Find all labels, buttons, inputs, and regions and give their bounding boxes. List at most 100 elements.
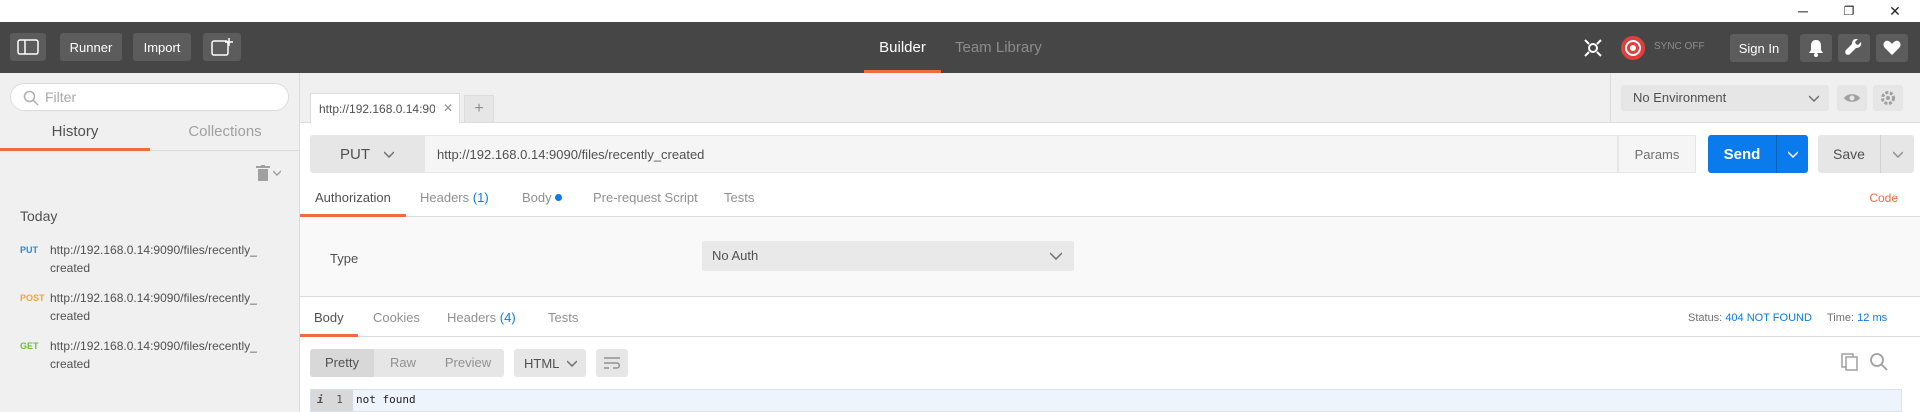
clear-history-button[interactable] [256, 163, 286, 183]
wrap-icon [604, 357, 620, 369]
method-label: POST [20, 293, 45, 303]
bell-icon [1809, 40, 1823, 57]
search-icon [1870, 353, 1888, 371]
response-tab-body[interactable]: Body [300, 303, 358, 337]
tab-headers[interactable]: Headers (1) [420, 183, 489, 217]
import-button[interactable]: Import [133, 33, 191, 61]
response-tabs: Body Cookies Headers (4) Tests Status: 4… [300, 303, 1920, 337]
language-select[interactable]: HTML [514, 349, 586, 377]
response-time: Time: 12 ms [1827, 312, 1888, 324]
trash-icon [256, 165, 270, 181]
chevron-down-icon [1809, 95, 1819, 102]
chevron-down-icon [567, 360, 577, 367]
history-item[interactable]: PUT http://192.168.0.14:9090/files/recen… [0, 241, 299, 285]
add-tab-button[interactable]: + [464, 95, 494, 123]
history-url: http://192.168.0.14:9090/files/recently_… [50, 291, 257, 323]
tab-tests[interactable]: Tests [724, 183, 754, 217]
sync-status-label: SYNC OFF [1654, 41, 1705, 52]
method-label: PUT [20, 245, 38, 255]
history-item[interactable]: GET http://192.168.0.14:9090/files/recen… [0, 337, 299, 381]
restore-button[interactable]: ❐ [1826, 0, 1872, 22]
generate-code-link[interactable]: Code [1869, 191, 1898, 205]
url-input[interactable]: http://192.168.0.14:9090/files/recently_… [424, 135, 1618, 173]
sidebar: History Collections Today PUT http://192… [0, 73, 300, 412]
runner-button[interactable]: Runner [60, 33, 122, 61]
response-body-editor[interactable]: i 1 not found [310, 389, 1902, 412]
new-window-button[interactable] [203, 33, 241, 61]
auth-type-select[interactable]: No Auth [702, 241, 1074, 271]
tab-builder[interactable]: Builder [864, 22, 941, 73]
environment-select[interactable]: No Environment [1621, 85, 1829, 111]
tab-authorization[interactable]: Authorization [300, 183, 406, 217]
response-tab-headers[interactable]: Headers (4) [447, 303, 516, 337]
response-body-text: not found [356, 393, 416, 406]
settings-button[interactable] [1838, 34, 1870, 62]
request-tab-bar: http://192.168.0.14:9090 ✕ + [300, 73, 1610, 124]
filter-field[interactable] [10, 83, 289, 111]
tab-history[interactable]: History [0, 121, 150, 151]
manage-environments-button[interactable] [1873, 85, 1903, 111]
save-button[interactable]: Save [1818, 135, 1914, 173]
window-title-bar: ─ ❐ ✕ [0, 0, 1920, 22]
history-item[interactable]: POST http://192.168.0.14:9090/files/rece… [0, 289, 299, 333]
authorization-panel: Type No Auth [300, 217, 1920, 297]
info-icon: i [317, 393, 324, 406]
send-options-button[interactable] [1776, 135, 1808, 173]
interceptor-button[interactable] [1578, 33, 1608, 63]
app-header: Runner Import Builder Team Library SYNC … [0, 22, 1920, 73]
sign-in-button[interactable]: Sign In [1730, 34, 1788, 62]
history-group-label: Today [20, 208, 58, 224]
response-toolbar: Pretty Raw Preview HTML [300, 337, 1920, 387]
filter-input[interactable] [45, 89, 275, 105]
line-gutter: i 1 [311, 390, 353, 411]
tab-pre-request-script[interactable]: Pre-request Script [593, 183, 698, 217]
chevron-down-icon [384, 150, 394, 158]
notifications-button[interactable] [1800, 34, 1832, 62]
gear-icon [1881, 91, 1895, 105]
copy-response-button[interactable] [1840, 352, 1862, 374]
heart-icon [1883, 40, 1901, 55]
format-toggle: Pretty Raw Preview [310, 349, 504, 377]
chevron-down-icon [1787, 150, 1798, 158]
sync-status-button[interactable] [1618, 33, 1648, 63]
toggle-sidebar-button[interactable] [10, 33, 46, 61]
search-icon [23, 90, 39, 106]
send-button[interactable]: Send [1708, 135, 1808, 173]
wrench-icon [1845, 39, 1862, 55]
history-url: http://192.168.0.14:9090/files/recently_… [50, 243, 257, 275]
satellite-icon [1584, 39, 1602, 57]
response-tab-cookies[interactable]: Cookies [373, 303, 420, 337]
request-section-tabs: Authorization Headers (1) Body Pre-reque… [300, 183, 1920, 217]
params-button[interactable]: Params [1618, 135, 1696, 173]
search-response-button[interactable] [1869, 352, 1891, 374]
request-tab[interactable]: http://192.168.0.14:9090 ✕ [310, 93, 460, 124]
new-window-icon [211, 38, 233, 56]
send-label[interactable]: Send [1708, 135, 1776, 173]
save-options-button[interactable] [1880, 135, 1914, 173]
minimize-button[interactable]: ─ [1780, 0, 1826, 22]
url-row: PUT http://192.168.0.14:9090/files/recen… [300, 123, 1920, 183]
close-tab-icon[interactable]: ✕ [443, 101, 453, 115]
sidebar-icon [17, 39, 39, 55]
response-status: Status: 404 NOT FOUND [1688, 312, 1812, 324]
close-window-button[interactable]: ✕ [1872, 0, 1918, 22]
tab-collections[interactable]: Collections [150, 121, 300, 151]
method-label: GET [20, 341, 39, 351]
eye-icon [1844, 94, 1860, 102]
response-tab-tests[interactable]: Tests [548, 303, 578, 337]
favorite-button[interactable] [1876, 34, 1908, 62]
tab-team-library[interactable]: Team Library [955, 22, 1042, 73]
method-select[interactable]: PUT [310, 135, 424, 173]
auth-type-label: Type [330, 251, 359, 266]
chevron-down-icon [273, 170, 281, 176]
format-preview[interactable]: Preview [432, 349, 504, 377]
wrap-lines-button[interactable] [596, 349, 628, 377]
line-number: 1 [336, 393, 343, 406]
environment-quicklook-button[interactable] [1837, 85, 1867, 111]
save-label[interactable]: Save [1818, 135, 1880, 173]
body-indicator-dot [554, 194, 562, 201]
chevron-down-icon [1892, 150, 1903, 158]
format-raw[interactable]: Raw [374, 349, 432, 377]
format-pretty[interactable]: Pretty [310, 349, 374, 377]
tab-body[interactable]: Body [522, 183, 562, 217]
